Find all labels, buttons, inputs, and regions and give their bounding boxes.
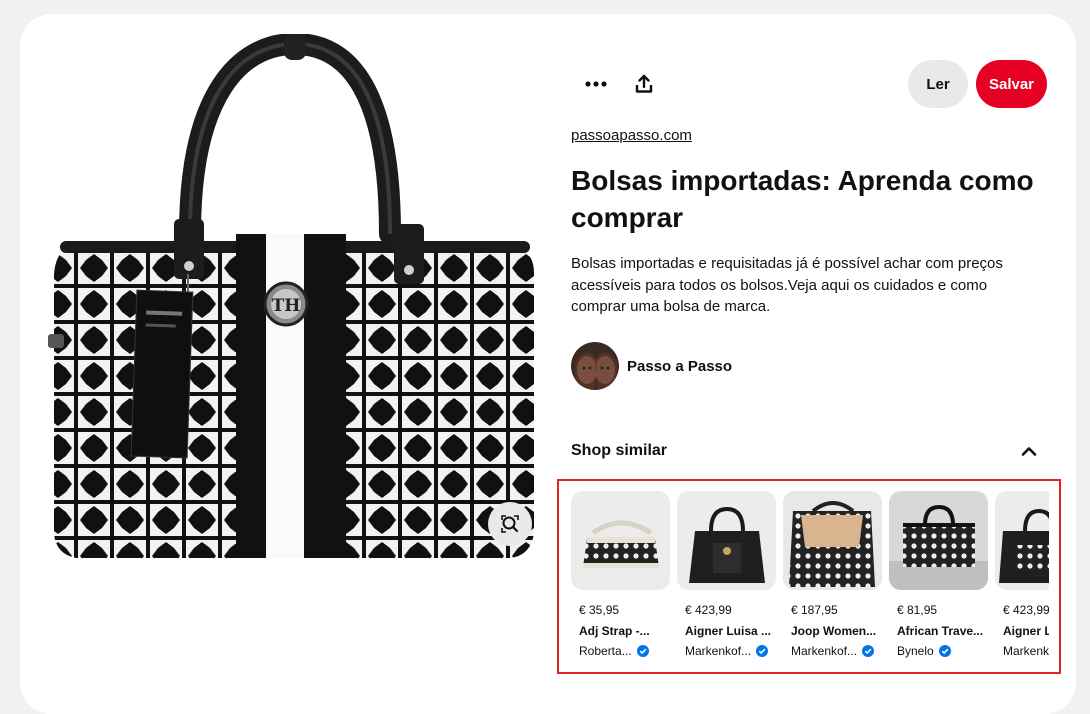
share-button[interactable] [620, 60, 668, 108]
pin-description: Bolsas importadas e requisitadas já é po… [571, 255, 1003, 315]
product-image [783, 491, 882, 590]
more-options-button[interactable] [572, 60, 620, 108]
shop-similar-highlight: € 35,95 Adj Strap -... Roberta... € 423,… [557, 479, 1061, 674]
shop-similar-title: Shop similar [571, 442, 668, 459]
product-card[interactable]: € 35,95 Adj Strap -... Roberta... [571, 491, 670, 669]
more-dots-icon [585, 81, 607, 87]
pin-title: Bolsas importadas: Aprenda como comprar [571, 165, 1034, 233]
product-price: € 423,99 [1003, 603, 1049, 617]
product-card[interactable]: € 423,99 Aigner L Markenk [995, 491, 1049, 669]
product-image [677, 491, 776, 590]
product-image [571, 491, 670, 590]
product-name: Joop Women... [791, 624, 877, 638]
product-card[interactable]: € 187,95 Joop Women... Markenkof... [783, 491, 882, 669]
product-price: € 423,99 [685, 603, 732, 617]
product-price: € 81,95 [897, 603, 938, 617]
shop-similar-carousel[interactable]: € 35,95 Adj Strap -... Roberta... € 423,… [571, 491, 1049, 669]
product-card[interactable]: € 423,99 Aigner Luisa ... Markenkof... [677, 491, 776, 669]
creator-profile[interactable]: Passo a Passo [571, 342, 732, 390]
pin-card: TH Ler Salvar passoapasso.com Bolsas imp… [20, 14, 1076, 714]
product-price: € 187,95 [791, 603, 838, 617]
product-merchant: Markenk [1003, 644, 1049, 658]
read-button[interactable]: Ler [908, 60, 968, 108]
verified-icon [636, 645, 649, 657]
pin-image[interactable]: TH [40, 34, 548, 560]
product-name: Aigner L [1003, 624, 1049, 638]
product-card[interactable]: € 81,95 African Trave... Bynelo [889, 491, 988, 669]
visual-search-icon [501, 515, 519, 533]
product-name: Aigner Luisa ... [685, 624, 772, 638]
share-icon [635, 74, 653, 93]
pin-toolbar: Ler Salvar [572, 60, 1056, 108]
verified-icon [756, 645, 769, 657]
handbag-image: TH [40, 34, 548, 560]
product-price: € 35,95 [579, 603, 620, 617]
product-merchant: Bynelo [897, 644, 951, 658]
product-name: Adj Strap -... [579, 624, 650, 638]
product-name: African Trave... [897, 624, 984, 638]
creator-name[interactable]: Passo a Passo [627, 358, 732, 375]
collapse-toggle[interactable] [1017, 439, 1041, 463]
product-merchant: Markenkof... [685, 644, 769, 658]
verified-icon [862, 645, 875, 657]
source-link[interactable]: passoapasso.com [571, 127, 692, 144]
product-merchant: Markenkof... [791, 644, 875, 658]
brand-logo: TH [272, 296, 301, 316]
shop-similar-header[interactable]: Shop similar [571, 439, 1041, 463]
visual-search-button[interactable] [488, 502, 532, 546]
product-image [889, 491, 988, 590]
chevron-up-icon [1021, 447, 1037, 456]
avatar-image [571, 342, 619, 390]
product-merchant: Roberta... [579, 644, 649, 658]
avatar[interactable] [571, 342, 619, 390]
verified-icon [938, 645, 951, 657]
save-button[interactable]: Salvar [976, 60, 1047, 108]
product-image [995, 491, 1049, 590]
